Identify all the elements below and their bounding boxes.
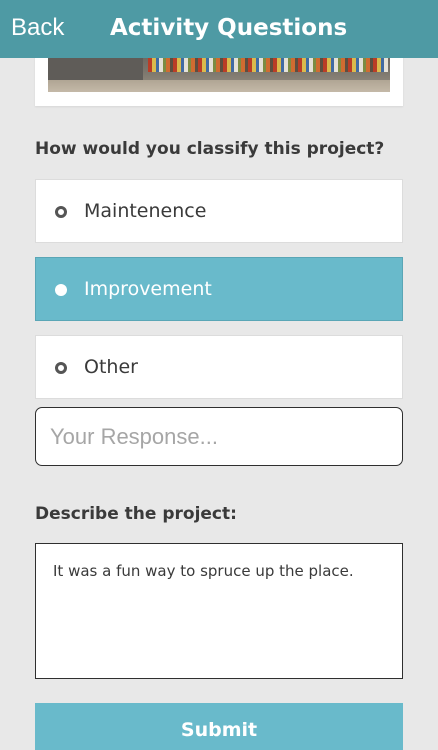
top-navigation-bar: Back Activity Questions [0, 0, 438, 58]
radio-icon[interactable] [55, 206, 67, 218]
photo-cabinet [48, 58, 143, 80]
photo-floor [48, 80, 390, 92]
radio-icon[interactable] [55, 362, 67, 374]
option-label: Improvement [84, 278, 212, 300]
submit-button[interactable]: Submit [35, 703, 403, 750]
option-improvement[interactable]: Improvement [35, 257, 403, 321]
project-description-textarea[interactable]: It was a fun way to spruce up the place. [35, 543, 403, 679]
option-label: Maintenence [84, 200, 207, 222]
page-title: Activity Questions [110, 15, 348, 41]
back-button[interactable]: Back [11, 13, 64, 43]
radio-selected-icon[interactable] [55, 284, 67, 296]
option-label: Other [84, 356, 138, 378]
option-other[interactable]: Other [35, 335, 403, 399]
other-response-input[interactable] [35, 407, 403, 466]
photo-shelf [148, 58, 388, 72]
project-photo [48, 58, 390, 92]
question-describe-label: Describe the project: [35, 504, 237, 524]
question-classify-label: How would you classify this project? [35, 139, 385, 159]
option-maintenence[interactable]: Maintenence [35, 179, 403, 243]
